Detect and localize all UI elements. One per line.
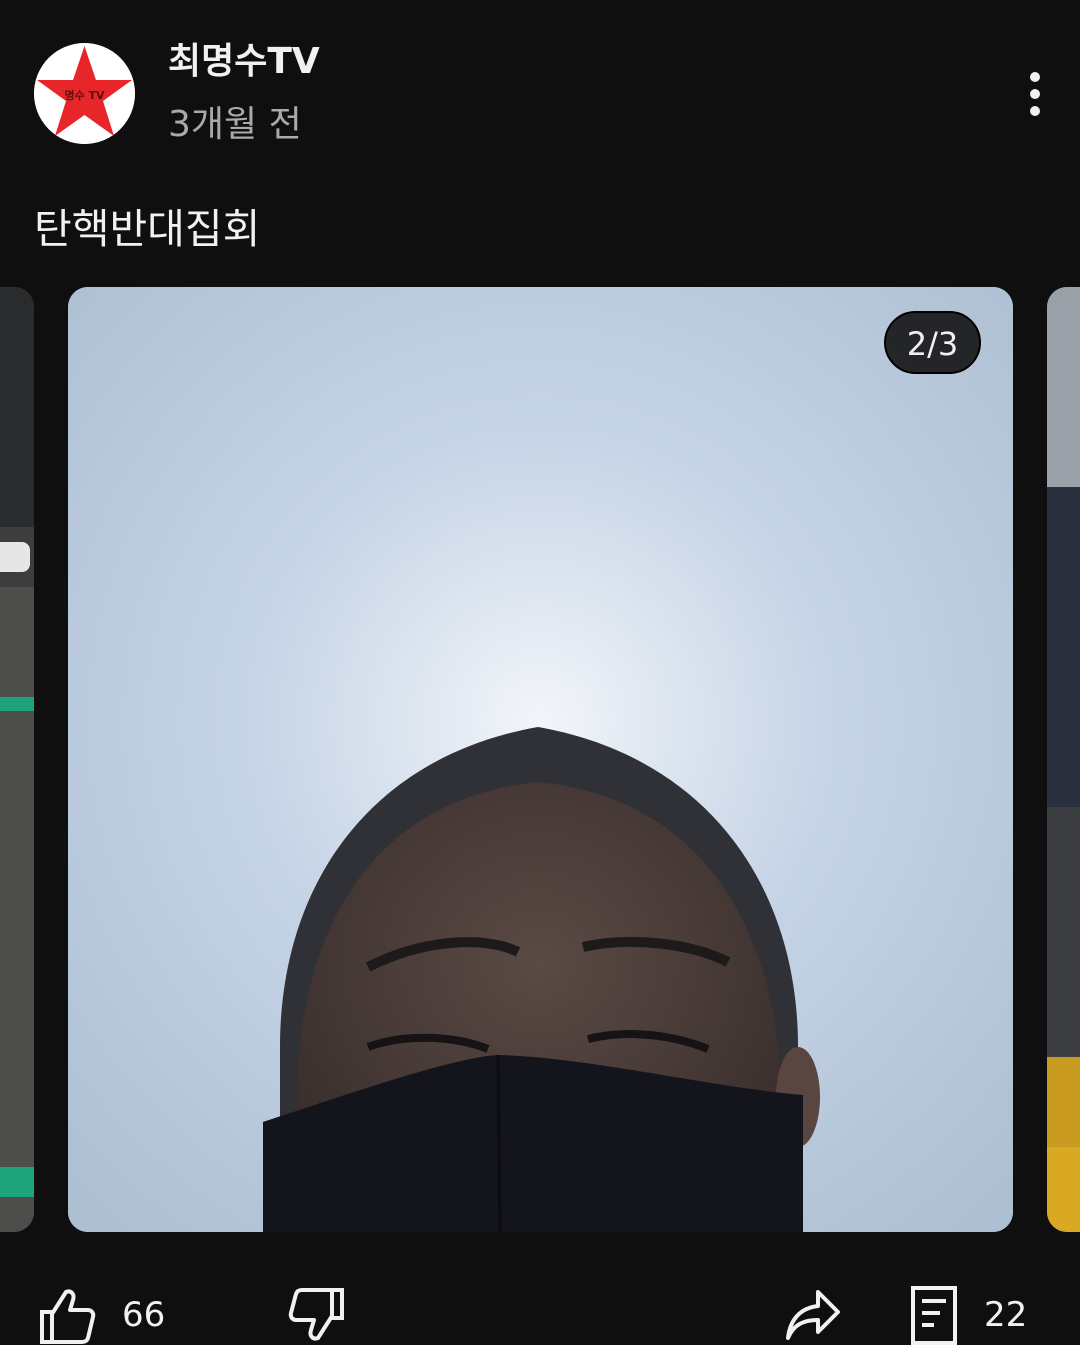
slide-counter-badge: 2/3 xyxy=(884,311,981,374)
channel-avatar[interactable]: 명수 TV xyxy=(34,43,135,144)
more-vert-icon xyxy=(1030,72,1040,116)
star-logo-icon: 명수 TV xyxy=(34,43,135,144)
comments-button[interactable]: 22 xyxy=(910,1285,1027,1345)
current-slide-image[interactable] xyxy=(68,287,1013,1232)
post-text: 탄핵반대집회 xyxy=(34,205,261,253)
share-icon xyxy=(786,1290,840,1340)
avatar-logo-text: 명수 TV xyxy=(64,88,105,102)
next-slide-image[interactable] xyxy=(1047,287,1080,1232)
dislike-button[interactable] xyxy=(288,1285,346,1345)
post-time: 3개월 전 xyxy=(168,104,302,145)
share-button[interactable] xyxy=(784,1285,842,1345)
thumb-up-icon xyxy=(40,1289,96,1344)
thumb-down-icon xyxy=(288,1288,344,1341)
comment-icon xyxy=(911,1286,957,1345)
image-carousel[interactable] xyxy=(0,287,1080,1232)
like-button[interactable]: 66 xyxy=(38,1285,165,1345)
more-options-button[interactable] xyxy=(1010,64,1060,124)
like-count: 66 xyxy=(122,1295,166,1335)
comment-count: 22 xyxy=(984,1295,1028,1335)
previous-slide-image[interactable] xyxy=(0,287,34,1232)
channel-name[interactable]: 최명수TV xyxy=(168,38,320,86)
